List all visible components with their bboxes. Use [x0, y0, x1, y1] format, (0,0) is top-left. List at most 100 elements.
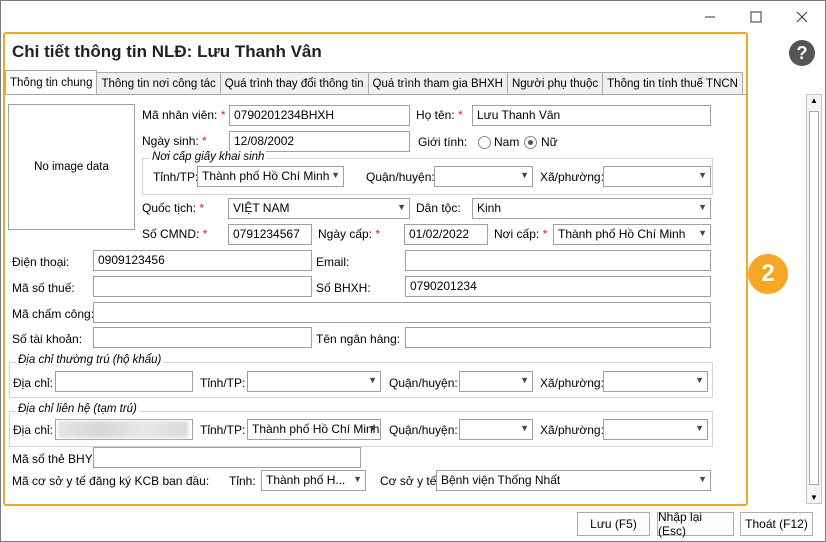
contact-address-title: Địa chỉ liên hệ (tạm trú): [16, 403, 139, 415]
chevron-down-icon: ▼: [698, 202, 707, 212]
perm-address-input[interactable]: [55, 371, 193, 392]
contact-district-select[interactable]: ▼: [459, 419, 533, 440]
gender-label: Giới tính:: [418, 135, 468, 149]
redacted-address: [58, 421, 188, 438]
step-badge: 2: [748, 254, 788, 294]
contact-province-select[interactable]: Thành phố Hồ Chí Minh ▼: [247, 419, 381, 440]
tab-general[interactable]: Thông tin chung: [5, 70, 98, 94]
chevron-down-icon: ▼: [368, 375, 377, 385]
chevron-down-icon: ▼: [695, 423, 704, 433]
maximize-button[interactable]: [733, 1, 779, 33]
perm-province-label: Tỉnh/TP:: [200, 376, 246, 390]
gender-female-label: Nữ: [541, 135, 558, 149]
maximize-icon: [750, 11, 762, 23]
contact-district-label: Quận/huyện:: [389, 423, 458, 437]
tax-code-label: Mã số thuế:: [12, 281, 75, 295]
phone-input[interactable]: 0909123456: [93, 250, 312, 271]
health-insurance-input[interactable]: [93, 447, 361, 468]
perm-district-select[interactable]: ▼: [459, 371, 533, 392]
contact-ward-select[interactable]: ▼: [603, 419, 708, 440]
chevron-down-icon: ▼: [520, 170, 529, 180]
ethnicity-select[interactable]: Kinh ▼: [472, 198, 711, 219]
bc-district-label: Quận/huyện:: [366, 170, 435, 184]
gender-female-radio[interactable]: [524, 136, 537, 149]
page-title: Chi tiết thông tin NLĐ: Lưu Thanh Vân: [12, 42, 322, 61]
chevron-down-icon: ▼: [397, 202, 406, 212]
bc-province-select[interactable]: Thành phố Hồ Chí Minh ▼: [197, 166, 344, 187]
perm-ward-label: Xã/phường:: [540, 376, 604, 390]
bank-account-label: Số tài khoản:: [12, 332, 83, 346]
close-button[interactable]: [779, 1, 825, 33]
health-insurance-label: Mã số thẻ BHYT:: [12, 452, 103, 466]
bank-account-input[interactable]: [93, 327, 312, 348]
chevron-down-icon: ▼: [698, 170, 707, 180]
facility-select[interactable]: Bệnh viện Thống Nhất ▼: [436, 470, 711, 491]
chevron-down-icon: ▼: [520, 375, 529, 385]
perm-province-select[interactable]: ▼: [247, 371, 381, 392]
email-input[interactable]: [405, 250, 711, 271]
close-icon: [796, 11, 808, 23]
phone-label: Điện thoại:: [12, 255, 70, 269]
tab-insurance-history[interactable]: Quá trình tham gia BHXH: [367, 72, 508, 94]
scrollbar-thumb[interactable]: [809, 111, 819, 485]
tax-code-input[interactable]: [93, 276, 312, 297]
ethnicity-label: Dân tộc:: [416, 201, 461, 215]
bc-district-select[interactable]: ▼: [434, 166, 533, 187]
attendance-code-input[interactable]: [93, 302, 711, 323]
dob-label: Ngày sinh: *: [142, 134, 207, 148]
bc-ward-label: Xã/phường:: [540, 170, 604, 184]
help-icon[interactable]: ?: [789, 40, 815, 66]
gender-male-label: Nam: [494, 135, 520, 149]
bc-province-label: Tỉnh/TP:: [153, 170, 199, 184]
perm-address-label: Địa chỉ:: [13, 376, 54, 390]
chevron-down-icon: ▼: [353, 474, 362, 484]
attendance-code-label: Mã chấm công:: [12, 307, 95, 321]
contact-province-label: Tỉnh/TP:: [200, 423, 246, 437]
issue-place-select[interactable]: Thành phố Hồ Chí Minh ▼: [553, 224, 711, 245]
facility-label: Cơ sở y tế:: [380, 474, 440, 488]
nationality-select[interactable]: VIỆT NAM ▼: [228, 198, 410, 219]
dob-input[interactable]: 12/08/2002: [229, 131, 410, 152]
chevron-down-icon: ▼: [695, 375, 704, 385]
tab-dependents[interactable]: Người phụ thuộc: [506, 72, 604, 94]
tab-income-tax[interactable]: Thông tin tính thuế TNCN: [602, 72, 743, 94]
save-button[interactable]: Lưu (F5): [577, 512, 650, 536]
kcb-label: Mã cơ sở y tế đăng ký KCB ban đầu:: [12, 474, 210, 488]
full-name-input[interactable]: Lưu Thanh Vân: [472, 105, 711, 126]
permanent-address-title: Địa chỉ thường trú (hộ khẩu): [16, 354, 164, 366]
social-insurance-label: Số BHXH:: [316, 281, 371, 295]
minimize-button[interactable]: [687, 1, 733, 33]
employee-id-input[interactable]: 0790201234BHXH: [229, 105, 410, 126]
photo-box[interactable]: No image data: [8, 104, 135, 230]
reset-button[interactable]: Nhập lại (Esc): [657, 510, 734, 538]
perm-ward-select[interactable]: ▼: [603, 371, 708, 392]
chevron-down-icon: ▼: [520, 423, 529, 433]
chevron-down-icon: ▼: [698, 474, 707, 484]
full-name-label: Họ tên: *: [416, 108, 463, 122]
photo-placeholder: No image data: [34, 161, 109, 173]
nationality-label: Quốc tịch: *: [142, 201, 205, 215]
employee-id-label: Mã nhân viên: *: [142, 108, 226, 122]
bc-ward-select[interactable]: ▼: [603, 166, 711, 187]
vertical-scrollbar[interactable]: ▲ ▼: [806, 94, 822, 504]
minimize-icon: [705, 16, 715, 18]
bank-name-input[interactable]: [405, 327, 711, 348]
kcb-province-select[interactable]: Thành phố H... ▼: [261, 470, 366, 491]
tab-bar: Thông tin chung Thông tin nơi công tác Q…: [5, 70, 743, 94]
tab-workplace[interactable]: Thông tin nơi công tác: [96, 72, 221, 94]
birth-cert-title: Nơi cấp giấy khai sinh: [150, 151, 267, 163]
issue-date-input[interactable]: 01/02/2022: [404, 224, 488, 245]
bank-name-label: Tên ngân hàng:: [316, 332, 401, 346]
issue-date-label: Ngày cấp: *: [318, 227, 381, 241]
email-label: Email:: [316, 255, 350, 269]
gender-male-radio[interactable]: [478, 136, 491, 149]
id-card-label: Số CMND: *: [142, 227, 208, 241]
kcb-province-label: Tỉnh:: [229, 474, 256, 488]
id-card-input[interactable]: 0791234567: [228, 224, 312, 245]
social-insurance-input[interactable]: 0790201234: [405, 276, 711, 297]
contact-ward-label: Xã/phường:: [540, 423, 604, 437]
scroll-up-icon: ▲: [810, 96, 818, 105]
tab-change-history[interactable]: Quá trình thay đổi thông tin: [219, 72, 369, 94]
exit-button[interactable]: Thoát (F12): [740, 512, 813, 536]
contact-address-label: Địa chỉ:: [13, 423, 54, 437]
